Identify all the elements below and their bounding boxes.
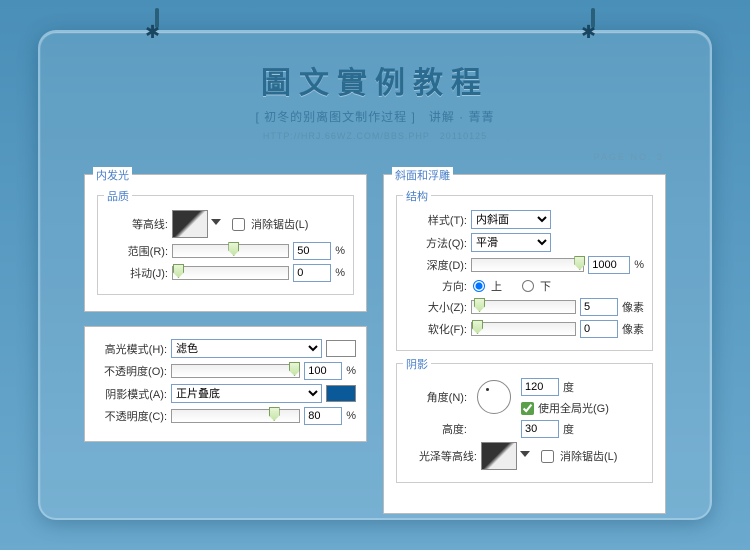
style-select[interactable]: 内斜面 [471,210,551,229]
direction-down-radio[interactable] [522,280,534,292]
shadow-color-swatch[interactable] [326,385,356,402]
jitter-label: 抖动(J): [106,265,168,281]
header: 圖文實例教程 [ 初冬的别离图文制作过程 ] 讲解 · 菁菁 HTTP://HR… [40,32,710,142]
structure-title: 结构 [403,188,431,204]
altitude-label: 高度: [405,421,467,437]
range-input[interactable] [293,242,331,260]
depth-label: 深度(D): [405,257,467,273]
quality-title: 品质 [104,188,132,204]
jitter-slider[interactable] [172,266,289,280]
range-unit: % [335,245,345,257]
opacity1-input[interactable] [304,362,342,380]
highlight-panel: 高光模式(H): 滤色 不透明度(O): % 阴影模式(A): 正片叠底 不透明… [84,326,367,442]
global-light-label: 使用全局光(G) [538,400,609,416]
angle-input[interactable] [521,378,559,396]
bevel-antialias-label: 消除锯齿(L) [560,448,617,464]
inner-glow-panel: 内发光 品质 等高线: 消除锯齿(L) 范围(R): % [84,174,367,312]
direction-up-radio[interactable] [473,280,485,292]
opacity1-slider[interactable] [171,364,300,378]
clip-left-icon [145,8,169,48]
angle-unit: 度 [563,379,574,395]
technique-select[interactable]: 平滑 [471,233,551,252]
opacity2-slider[interactable] [171,409,300,423]
direction-label: 方向: [405,278,467,294]
highlight-color-swatch[interactable] [326,340,356,357]
opacity1-unit: % [346,365,356,377]
page-number: PAGE NO. 3 [594,152,664,162]
angle-dial[interactable] [477,380,511,414]
shadow-mode-select[interactable]: 正片叠底 [171,384,322,403]
size-unit: 像素 [622,299,644,315]
global-light-checkbox[interactable] [521,402,534,415]
inner-glow-title: 内发光 [93,167,132,183]
direction-up-label: 上 [491,278,502,294]
opacity2-unit: % [346,410,356,422]
structure-group: 结构 样式(T): 内斜面 方法(Q): 平滑 深度(D): % [396,195,653,351]
shadow-mode-label: 阴影模式(A): [95,386,167,402]
clip-right-icon [581,8,605,48]
soften-unit: 像素 [622,321,644,337]
angle-label: 角度(N): [405,389,467,405]
size-label: 大小(Z): [405,299,467,315]
shading-group: 阴影 角度(N): 度 使用全局光(G) [396,363,653,483]
quality-group: 品质 等高线: 消除锯齿(L) 范围(R): % [97,195,354,295]
jitter-unit: % [335,267,345,279]
technique-label: 方法(Q): [405,235,467,251]
soften-label: 软化(F): [405,321,467,337]
opacity1-label: 不透明度(O): [95,363,167,379]
opacity2-label: 不透明度(C): [95,408,167,424]
depth-input[interactable] [588,256,630,274]
range-label: 范围(R): [106,243,168,259]
bevel-antialias-checkbox[interactable] [541,450,554,463]
shading-title: 阴影 [403,356,431,372]
depth-unit: % [634,259,644,271]
page-url: HTTP://HRJ.66WZ.COM/BBS.PHP 20110125 [40,129,710,142]
soften-slider[interactable] [471,322,576,336]
bevel-panel: 斜面和浮雕 结构 样式(T): 内斜面 方法(Q): 平滑 深度(D): [383,174,666,514]
gloss-contour-picker[interactable] [481,442,517,470]
jitter-input[interactable] [293,264,331,282]
page-subtitle: [ 初冬的别离图文制作过程 ] 讲解 · 菁菁 [40,108,710,125]
depth-slider[interactable] [471,258,584,272]
glass-frame: 圖文實例教程 [ 初冬的别离图文制作过程 ] 讲解 · 菁菁 HTTP://HR… [38,30,712,520]
opacity2-input[interactable] [304,407,342,425]
highlight-mode-select[interactable]: 滤色 [171,339,322,358]
antialias-label: 消除锯齿(L) [251,216,308,232]
size-input[interactable] [580,298,618,316]
size-slider[interactable] [471,300,576,314]
altitude-unit: 度 [563,421,574,437]
highlight-mode-label: 高光模式(H): [95,341,167,357]
range-slider[interactable] [172,244,289,258]
altitude-input[interactable] [521,420,559,438]
gloss-contour-label: 光泽等高线: [405,448,477,464]
style-label: 样式(T): [405,212,467,228]
page-title: 圖文實例教程 [40,58,710,102]
soften-input[interactable] [580,320,618,338]
contour-label: 等高线: [106,216,168,232]
antialias-checkbox[interactable] [232,218,245,231]
bevel-title: 斜面和浮雕 [392,167,453,183]
direction-down-label: 下 [540,278,551,294]
contour-picker[interactable] [172,210,208,238]
